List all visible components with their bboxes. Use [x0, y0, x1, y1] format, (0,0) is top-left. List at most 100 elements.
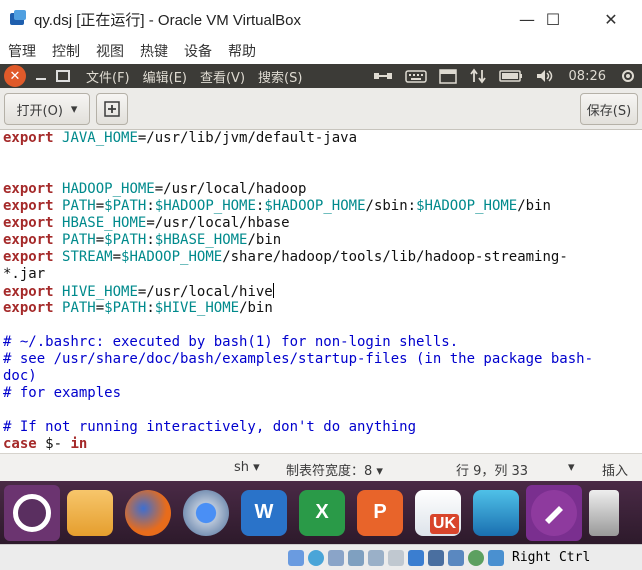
text-cursor	[272, 283, 274, 298]
keyboard-icon[interactable]	[404, 68, 427, 84]
tab-width-selector[interactable]: 制表符宽度：8 ▾	[286, 460, 383, 479]
host-key-label: Right Ctrl	[512, 550, 591, 565]
menu-devices[interactable]: 设备	[184, 41, 212, 61]
editor-line[interactable]: export PATH=$PATH:$HBASE_HOME/bin	[3, 232, 642, 249]
editor-line[interactable]: export HIVE_HOME=/usr/local/hive	[3, 283, 642, 300]
keyboard-capture-icon[interactable]	[488, 549, 504, 566]
volume-icon[interactable]	[535, 68, 555, 84]
code-token: # ~/.bashrc: executed by bash(1) for non…	[3, 334, 459, 350]
calendar-icon[interactable]	[438, 68, 457, 84]
code-token: export	[3, 300, 54, 316]
dock-writer[interactable]: W	[236, 485, 292, 541]
code-token: =/usr/local/hive	[137, 284, 273, 300]
network-adapter-icon[interactable]	[348, 549, 364, 566]
code-token: JAVA_HOME	[62, 130, 138, 146]
menu-manage[interactable]: 管理	[8, 41, 36, 61]
shared-folders-icon[interactable]	[388, 549, 404, 566]
editor-line[interactable]: # ~/.bashrc: executed by bash(1) for non…	[3, 334, 642, 351]
position-menu-arrow[interactable]: ▾	[568, 460, 575, 475]
editor-line[interactable]: export HBASE_HOME=/usr/local/hbase	[3, 215, 642, 232]
menu-view-guest[interactable]: 查看(V)	[200, 67, 245, 86]
clock[interactable]: 08:26	[569, 69, 606, 84]
editor-line[interactable]: doc)	[3, 368, 642, 385]
dock-firefox[interactable]	[120, 485, 176, 541]
cpu-icon[interactable]	[448, 549, 464, 566]
editor-line[interactable]	[3, 317, 642, 334]
editor-line[interactable]: export JAVA_HOME=/usr/lib/jvm/default-ja…	[3, 130, 642, 147]
maximize-icon	[56, 70, 70, 82]
battery-icon[interactable]	[498, 68, 523, 84]
maximize-button[interactable]: ☐	[530, 0, 576, 38]
editor-line[interactable]	[3, 147, 642, 164]
gedit-toolbar: 打开(O) ▾ 保存(S)	[0, 88, 642, 130]
menu-edit[interactable]: 编辑(E)	[143, 67, 187, 86]
text-editor[interactable]: export JAVA_HOME=/usr/lib/jvm/default-ja…	[0, 130, 642, 453]
pencil-icon	[545, 505, 563, 524]
editor-line[interactable]	[3, 164, 642, 181]
hdd-icon[interactable]	[288, 549, 304, 566]
gedit-close-button[interactable]: ✕	[4, 65, 26, 87]
network-icon[interactable]	[373, 68, 393, 84]
save-button[interactable]: 保存(S)	[580, 93, 638, 125]
usb-icon[interactable]	[368, 549, 384, 566]
gedit-minimize-button[interactable]	[30, 65, 52, 87]
menu-hotkey[interactable]: 热键	[140, 41, 168, 61]
power-gear-icon[interactable]	[620, 68, 636, 84]
open-button-label: 打开(O)	[16, 103, 63, 119]
language-selector[interactable]: sh ▾	[234, 460, 260, 475]
gedit-maximize-button[interactable]	[52, 65, 74, 87]
dock-ubuntu[interactable]	[4, 484, 60, 541]
code-token: /sbin:	[365, 198, 417, 214]
dock-virtualbox[interactable]	[468, 485, 524, 541]
code-token: PATH	[62, 198, 96, 214]
code-token: PATH	[62, 232, 96, 248]
code-token: =	[95, 198, 105, 214]
editor-line[interactable]: export STREAM=$HADOOP_HOME/share/hadoop/…	[3, 249, 642, 266]
dock-dvd[interactable]	[584, 485, 624, 541]
dock-gedit[interactable]	[526, 484, 582, 541]
menu-view[interactable]: 视图	[96, 41, 124, 61]
code-token: export	[3, 198, 54, 214]
audio-icon[interactable]	[328, 549, 344, 566]
open-button[interactable]: 打开(O) ▾	[4, 93, 90, 125]
editor-line[interactable]: export PATH=$PATH:$HIVE_HOME/bin	[3, 300, 642, 317]
menu-control[interactable]: 控制	[52, 41, 80, 61]
video-capture-icon[interactable]	[428, 549, 444, 566]
menu-file[interactable]: 文件(F)	[86, 67, 130, 86]
dock-store[interactable]: UK	[410, 485, 466, 541]
mouse-integration-icon[interactable]	[468, 549, 484, 566]
editor-line[interactable]: export HADOOP_HOME=/usr/local/hadoop	[3, 181, 642, 198]
dock-chromium[interactable]	[178, 485, 234, 541]
code-token: /bin	[247, 232, 282, 248]
new-document-button[interactable]	[96, 93, 128, 125]
close-button[interactable]: ✕	[588, 0, 634, 38]
dock-impress[interactable]: P	[352, 485, 408, 541]
code-token: :	[146, 198, 155, 214]
code-token: export	[3, 284, 54, 300]
menu-search[interactable]: 搜索(S)	[258, 67, 302, 86]
minimize-icon	[36, 78, 46, 80]
optical-drive-icon[interactable]	[308, 549, 324, 566]
code-token: /bin	[517, 198, 551, 214]
code-token: =	[95, 232, 105, 248]
editor-line[interactable]: # for examples	[3, 385, 642, 402]
editor-line[interactable]	[3, 402, 642, 419]
editor-line[interactable]: case $- in	[3, 436, 642, 453]
code-token: $HADOOP_HOME	[264, 198, 366, 214]
firefox-icon	[125, 489, 171, 536]
code-token: /bin	[239, 300, 273, 316]
dock-files[interactable]	[62, 485, 118, 541]
code-token: PATH	[62, 300, 96, 316]
editor-line[interactable]: *.jar	[3, 266, 642, 283]
editor-line[interactable]: # If not running interactively, don't do…	[3, 419, 642, 436]
system-tray: 08:26	[367, 64, 642, 88]
menu-help[interactable]: 帮助	[228, 41, 256, 61]
editor-line[interactable]: export PATH=$PATH:$HADOOP_HOME:$HADOOP_H…	[3, 198, 642, 215]
transfer-arrows-icon[interactable]	[469, 68, 487, 84]
dock-calc[interactable]: X	[294, 485, 350, 541]
display-icon[interactable]	[408, 549, 424, 566]
editor-line[interactable]: # see /usr/share/doc/bash/examples/start…	[3, 351, 642, 368]
new-document-icon	[104, 101, 120, 117]
